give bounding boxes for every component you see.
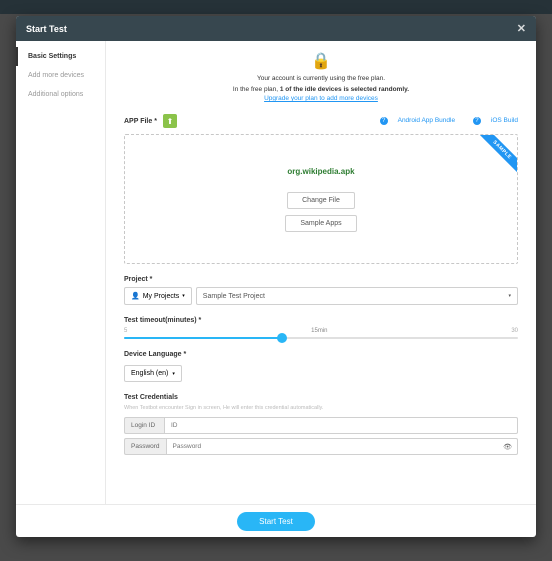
- help-aab-link[interactable]: ?Android App Bundle: [372, 117, 455, 124]
- timeout-max: 30: [511, 328, 518, 334]
- language-dropdown[interactable]: English (en) ▾: [124, 365, 182, 382]
- close-icon[interactable]: ✕: [517, 22, 526, 35]
- modal-footer: Start Test: [16, 504, 536, 537]
- app-file-dropzone[interactable]: SAMPLE org.wikipedia.apk Change File Sam…: [124, 134, 518, 264]
- person-icon: 👤: [131, 292, 140, 300]
- credentials-label: Test Credentials: [124, 394, 518, 401]
- slider-fill: [124, 337, 282, 339]
- login-id-input[interactable]: [164, 417, 518, 434]
- sidebar-item-additional-options[interactable]: Additional options: [16, 85, 105, 104]
- project-label: Project *: [124, 276, 518, 283]
- login-id-label: Login ID: [124, 417, 164, 434]
- password-label: Password: [124, 438, 166, 455]
- timeout-slider[interactable]: 5 15min 30: [124, 328, 518, 339]
- help-icon: ?: [380, 117, 388, 125]
- modal-header: Start Test ✕: [16, 16, 536, 41]
- uploaded-filename: org.wikipedia.apk: [287, 167, 354, 176]
- sidebar-item-add-devices[interactable]: Add more devices: [16, 66, 105, 85]
- project-select[interactable]: Sample Test Project ▾: [196, 287, 518, 305]
- chevron-down-icon: ▾: [172, 371, 175, 377]
- sample-ribbon: SAMPLE: [473, 135, 517, 179]
- language-label: Device Language *: [124, 351, 518, 358]
- account-plan-text: Your account is currently using the free…: [124, 75, 518, 82]
- modal-title: Start Test: [26, 24, 67, 34]
- main-panel: 🔒 Your account is currently using the fr…: [106, 41, 536, 504]
- password-input[interactable]: [166, 438, 518, 455]
- account-plan-detail: In the free plan, 1 of the idle devices …: [124, 86, 518, 93]
- project-scope-dropdown[interactable]: 👤 My Projects ▾: [124, 287, 192, 305]
- eye-icon[interactable]: 👁: [503, 443, 512, 451]
- modal-body: Basic Settings Add more devices Addition…: [16, 41, 536, 504]
- app-file-help: ?Android App Bundle ?iOS Build: [364, 117, 518, 125]
- chevron-down-icon: ▾: [182, 293, 185, 299]
- help-icon: ?: [473, 117, 481, 125]
- start-test-modal: Start Test ✕ Basic Settings Add more dev…: [16, 16, 536, 537]
- timeout-min: 5: [124, 328, 127, 334]
- sidebar-item-basic-settings[interactable]: Basic Settings: [16, 47, 105, 66]
- slider-knob[interactable]: [277, 333, 287, 343]
- credentials-hint: When Testbot encounter Sign in screen, H…: [124, 405, 518, 411]
- start-test-button[interactable]: Start Test: [237, 512, 315, 531]
- app-file-label: APP File *: [124, 118, 157, 125]
- chevron-down-icon: ▾: [508, 293, 511, 299]
- sidebar: Basic Settings Add more devices Addition…: [16, 41, 106, 504]
- change-file-button[interactable]: Change File: [287, 192, 355, 209]
- help-ios-link[interactable]: ?iOS Build: [465, 117, 518, 124]
- lock-icon: 🔒: [311, 53, 331, 70]
- slider-track[interactable]: [124, 337, 518, 339]
- android-upload-icon[interactable]: ⬆: [163, 114, 177, 128]
- timeout-label: Test timeout(minutes) *: [124, 317, 518, 324]
- timeout-value: 15min: [311, 328, 327, 334]
- sample-apps-button[interactable]: Sample Apps: [285, 215, 356, 232]
- upgrade-link[interactable]: Upgrade your plan to add more devices: [124, 95, 518, 102]
